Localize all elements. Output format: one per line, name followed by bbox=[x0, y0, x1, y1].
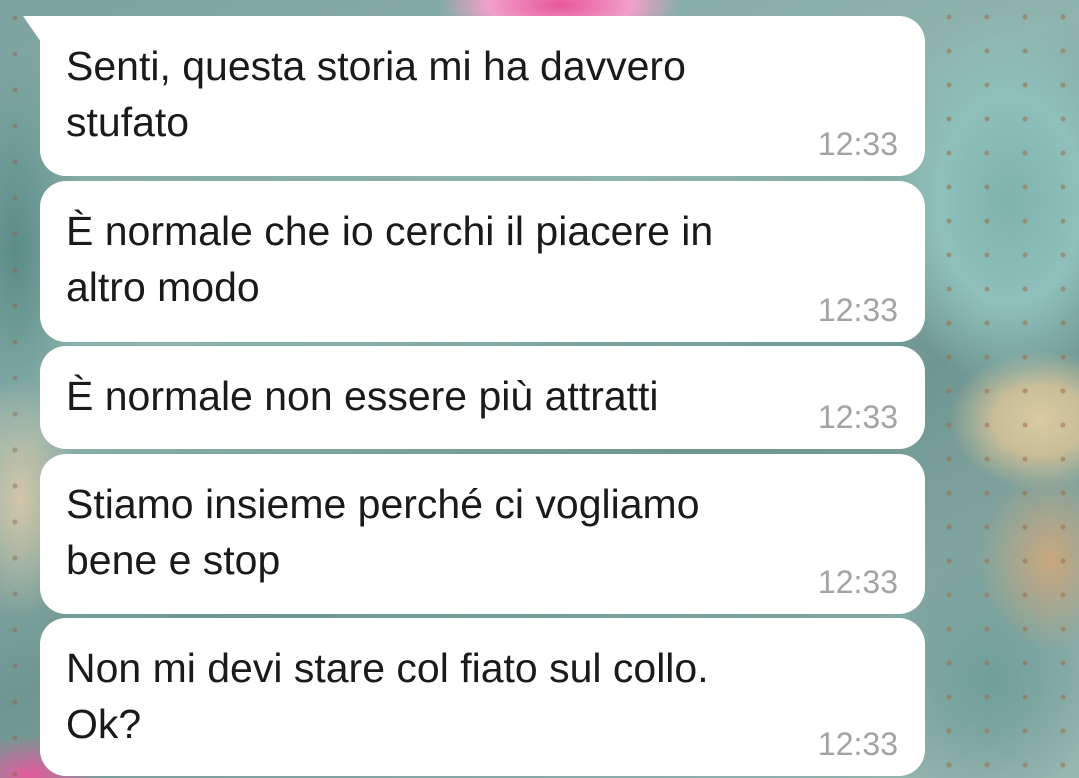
bubble-tail bbox=[23, 16, 41, 42]
message-timestamp: 12:33 bbox=[817, 564, 898, 600]
message-bubble[interactable]: Stiamo insieme perché ci vogliamo bene e… bbox=[40, 454, 925, 614]
message-timestamp: 12:33 bbox=[817, 726, 898, 762]
message-text: È normale non essere più attratti bbox=[66, 373, 659, 419]
message-text: Stiamo insieme perché ci vogliamo bene e… bbox=[66, 481, 700, 583]
message-bubble[interactable]: Senti, questa storia mi ha davvero stufa… bbox=[40, 16, 925, 176]
message-bubble[interactable]: Non mi devi stare col fiato sul collo. O… bbox=[40, 618, 925, 776]
message-text: È normale che io cerchi il piacere in al… bbox=[66, 208, 714, 310]
message-text: Non mi devi stare col fiato sul collo. O… bbox=[66, 645, 709, 747]
message-timestamp: 12:33 bbox=[817, 126, 898, 162]
chat-message-list[interactable]: Senti, questa storia mi ha davvero stufa… bbox=[0, 0, 1079, 778]
message-bubble[interactable]: È normale non essere più attratti 12:33 bbox=[40, 346, 925, 449]
message-timestamp: 12:33 bbox=[817, 399, 898, 435]
message-timestamp: 12:33 bbox=[817, 292, 898, 328]
message-text: Senti, questa storia mi ha davvero stufa… bbox=[66, 43, 686, 145]
message-bubble[interactable]: È normale che io cerchi il piacere in al… bbox=[40, 181, 925, 342]
